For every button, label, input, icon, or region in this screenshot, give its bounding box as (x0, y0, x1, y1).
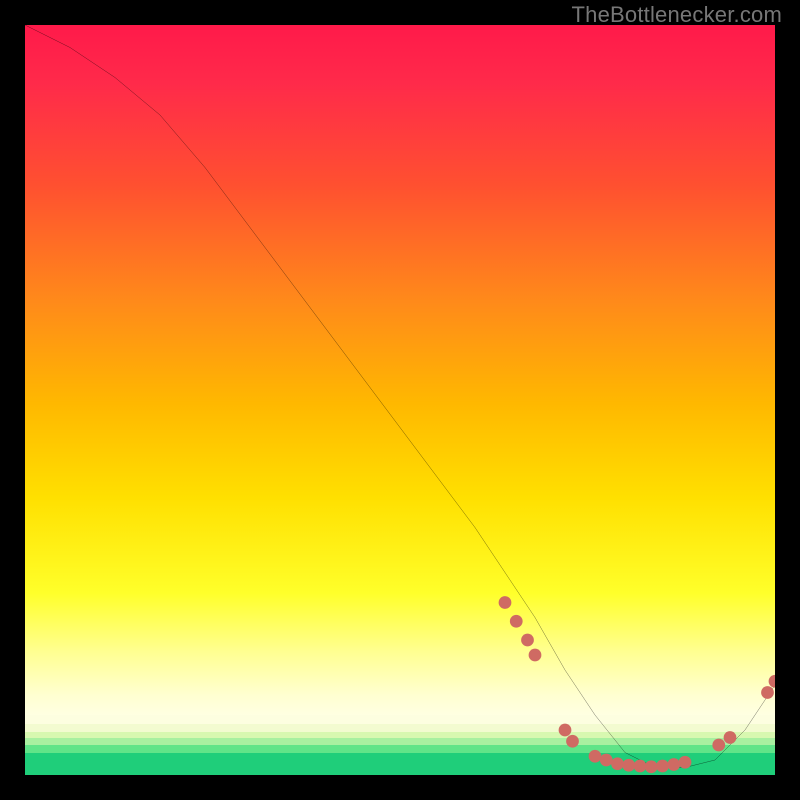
curve-marker (521, 634, 534, 647)
curve-marker (724, 731, 737, 744)
curve-marker (761, 686, 774, 699)
curve-marker (769, 675, 775, 688)
curve-layer (25, 25, 775, 775)
bottleneck-curve (25, 25, 775, 768)
curve-marker (589, 750, 602, 763)
curve-marker (667, 758, 680, 771)
watermark-text: TheBottlenecker.com (572, 2, 782, 28)
chart-frame: TheBottlenecker.com (0, 0, 800, 800)
plot-area (25, 25, 775, 775)
curve-marker (611, 757, 624, 770)
curve-marker (510, 615, 523, 628)
curve-marker (566, 735, 579, 748)
curve-marker (679, 756, 692, 769)
curve-marker (600, 754, 613, 767)
curve-marker (645, 760, 658, 773)
curve-marker (634, 760, 647, 773)
curve-marker (559, 724, 572, 737)
curve-marker (499, 596, 512, 609)
curve-marker (656, 760, 669, 773)
curve-markers (499, 596, 775, 773)
curve-marker (622, 759, 635, 772)
curve-marker (529, 649, 542, 662)
curve-marker (712, 739, 725, 752)
